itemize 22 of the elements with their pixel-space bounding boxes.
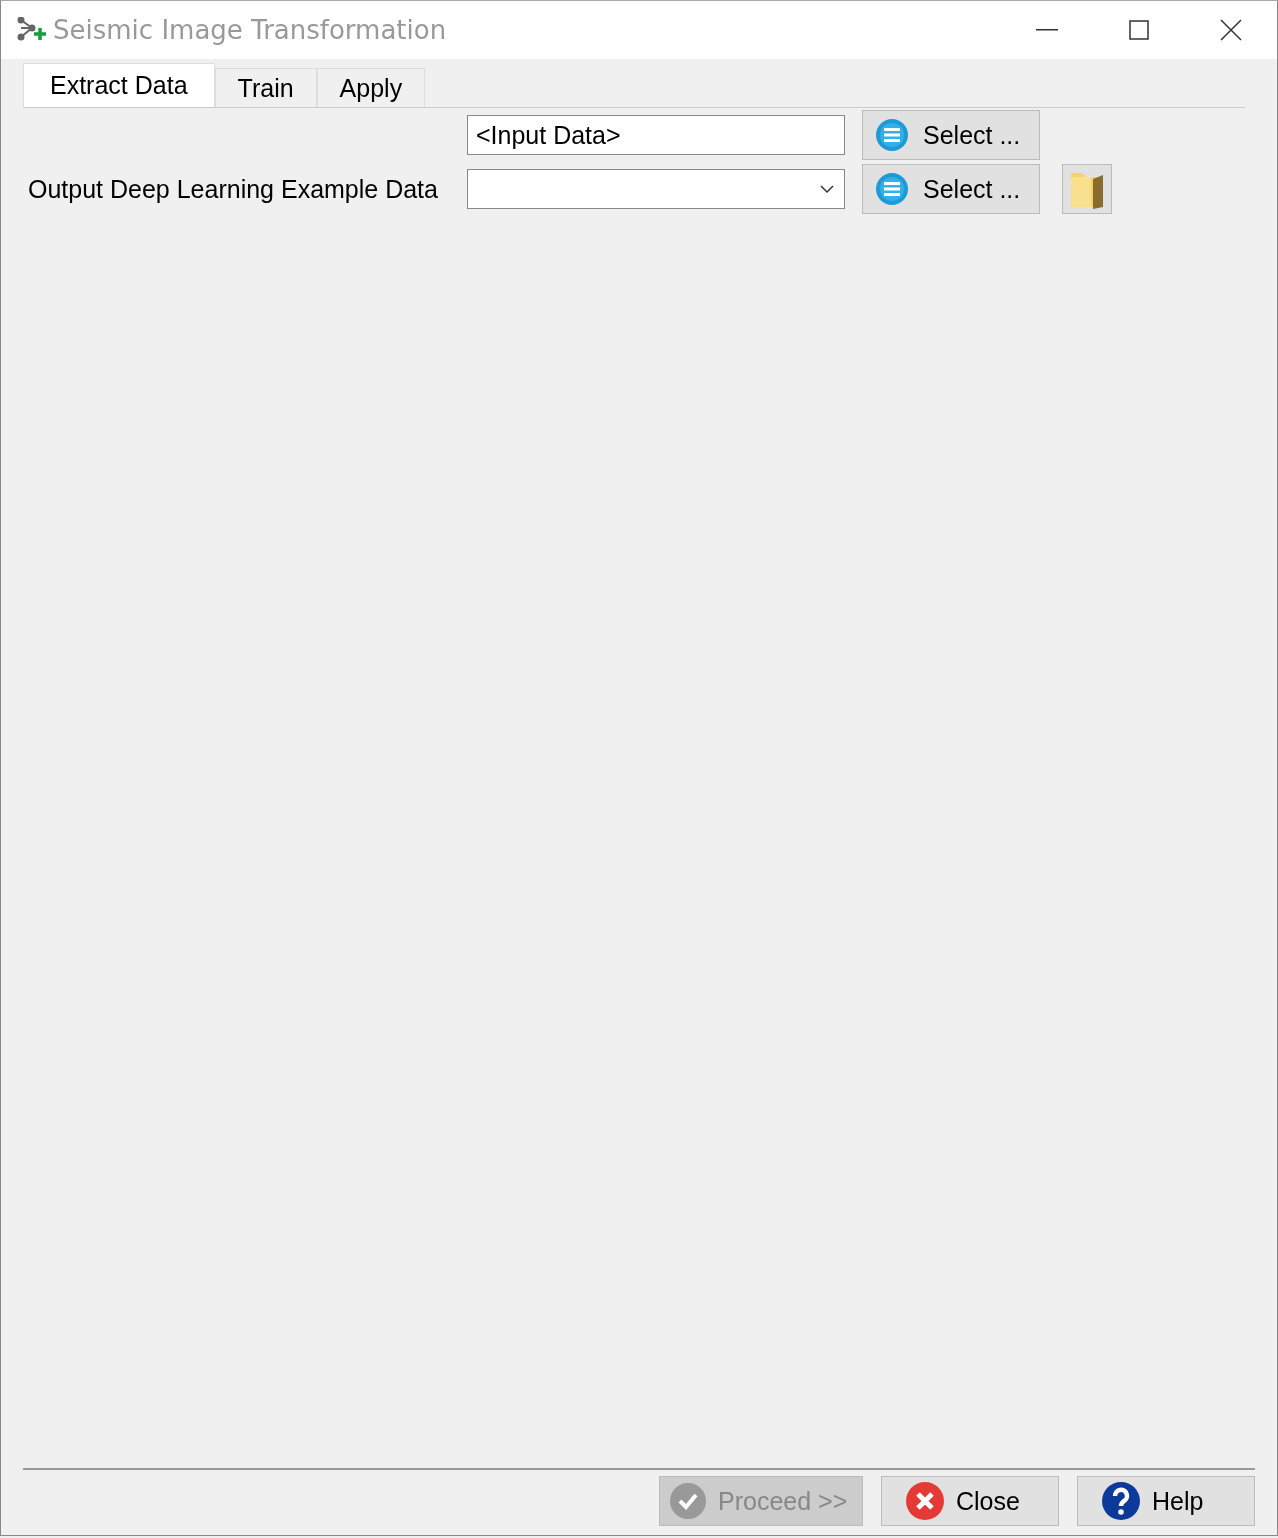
- app-icon: [17, 17, 47, 43]
- field-label: Output Deep Learning Example Data: [28, 174, 438, 203]
- input-field[interactable]: <Input Data>: [467, 115, 845, 155]
- close-button[interactable]: Close: [881, 1476, 1059, 1526]
- window-title: Seismic Image Transformation: [53, 15, 447, 45]
- check-icon: [670, 1483, 706, 1519]
- minimize-icon: [1036, 29, 1058, 31]
- dropdown-field[interactable]: [467, 169, 845, 209]
- list-icon: [875, 118, 909, 152]
- tab[interactable]: Extract Data: [23, 63, 215, 107]
- help-button[interactable]: Help: [1077, 1476, 1255, 1526]
- close-icon: [906, 1482, 944, 1520]
- folder-button[interactable]: [1062, 164, 1112, 214]
- select-button[interactable]: Select ...: [862, 110, 1040, 160]
- chevron-down-icon: [820, 184, 834, 194]
- tab[interactable]: Train: [214, 68, 317, 107]
- select-button[interactable]: Select ...: [862, 164, 1040, 214]
- tab[interactable]: Apply: [316, 68, 426, 107]
- close-icon: [1220, 19, 1242, 41]
- list-icon: [875, 172, 909, 206]
- help-icon: [1102, 1482, 1140, 1520]
- maximize-icon: [1129, 20, 1149, 40]
